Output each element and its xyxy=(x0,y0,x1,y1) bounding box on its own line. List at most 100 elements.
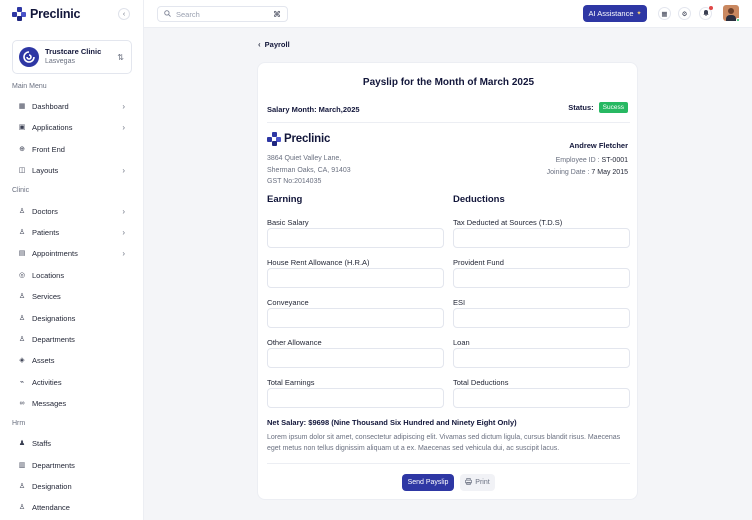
apps-icon: ▣ xyxy=(18,124,26,131)
back-to-payroll-link[interactable]: ‹ Payroll xyxy=(258,40,290,49)
joining-date-label: Joining Date : xyxy=(546,169,590,176)
sidebar-item-label: Attendance xyxy=(32,502,70,512)
sidebar-item-dashboard[interactable]: ▦ Dashboard › xyxy=(12,98,132,114)
deductions-heading: Deductions xyxy=(453,194,505,205)
total-earnings-input[interactable] xyxy=(267,388,444,408)
address-line: 3864 Quiet Valley Lane, xyxy=(267,155,342,162)
user-icon: ♙ xyxy=(18,504,26,511)
sidebar-item-label: Activities xyxy=(32,377,62,387)
sidebar-item-staffs[interactable]: ♟ Staffs xyxy=(12,435,132,451)
sidebar-item-designations[interactable]: ♙ Designations xyxy=(12,310,132,326)
print-button[interactable]: Print xyxy=(460,474,495,491)
brand-logo[interactable]: Preclinic xyxy=(12,6,81,22)
notification-dot xyxy=(709,6,713,10)
other-allowance-input[interactable] xyxy=(267,348,444,368)
loan-input[interactable] xyxy=(453,348,630,368)
sidebar-item-patients[interactable]: ♙ Patients › xyxy=(12,224,132,240)
link-icon: ∞ xyxy=(19,399,25,407)
chevron-left-icon: ‹ xyxy=(258,40,261,49)
sidebar-item-label: Services xyxy=(32,291,61,301)
sidebar-item-activities[interactable]: ⌁ Activities xyxy=(12,374,132,390)
building-icon: ▥ xyxy=(18,462,26,469)
departments-icon: ♙ xyxy=(18,336,26,343)
sidebar-item-assets[interactable]: ◈ Assets xyxy=(12,352,132,368)
sidebar-item-label: Designations xyxy=(32,313,76,323)
user-icon: ♙ xyxy=(18,208,26,215)
bell-icon xyxy=(702,9,709,18)
calendar-icon: ▤ xyxy=(18,250,26,257)
settings-button[interactable]: ⚙ xyxy=(678,7,691,20)
preclinic-logo-icon xyxy=(267,132,281,146)
earning-heading: Earning xyxy=(267,194,303,205)
menu-heading-main: Main Menu xyxy=(12,83,47,90)
sidebar-item-departments[interactable]: ♙ Departments xyxy=(12,331,132,347)
hra-input[interactable] xyxy=(267,268,444,288)
menu-heading-clinic: Clinic xyxy=(12,187,30,194)
status-group: Status: Sucess xyxy=(568,102,628,113)
layout-icon: ◫ xyxy=(18,167,26,174)
ai-assistance-button[interactable]: AI Assistance ✦ xyxy=(583,5,647,22)
sidebar-item-locations[interactable]: ◎ Locations xyxy=(12,267,132,283)
staff-icon: ♟ xyxy=(18,440,26,447)
sidebar-item-applications[interactable]: ▣ Applications › xyxy=(12,119,132,135)
basic-salary-input[interactable] xyxy=(267,228,444,248)
sidebar-item-label: Front End xyxy=(32,144,65,154)
company-address: 3864 Quiet Valley Lane, Sherman Oaks, CA… xyxy=(267,153,351,188)
sidebar-item-services[interactable]: ♙ Services xyxy=(12,288,132,304)
divider xyxy=(267,463,630,464)
location-icon: ◎ xyxy=(18,272,26,279)
sidebar-item-label: Dashboard xyxy=(32,101,69,111)
page-title: Payslip for the Month of March 2025 xyxy=(362,77,535,88)
online-status-dot xyxy=(736,18,740,22)
employee-name: Andrew Fletcher xyxy=(569,141,628,150)
back-link-label: Payroll xyxy=(264,40,290,49)
provident-fund-input[interactable] xyxy=(453,268,630,288)
chevron-right-icon: › xyxy=(122,206,125,216)
sidebar-item-hrm-departments[interactable]: ▥ Departments xyxy=(12,457,132,473)
tds-input[interactable] xyxy=(453,228,630,248)
sidebar-collapse-button[interactable]: ‹ xyxy=(118,8,130,20)
search-input[interactable]: Search ⌘ xyxy=(157,6,288,22)
sidebar-item-label: Appointments xyxy=(32,248,78,258)
sidebar-item-doctors[interactable]: ♙ Doctors › xyxy=(12,203,132,219)
topbar: Search ⌘ AI Assistance ✦ ▦ ⚙ xyxy=(144,0,752,28)
sidebar: Preclinic ‹ Trustcare Clinic Lasvegas ⇅ … xyxy=(0,0,144,520)
search-icon xyxy=(164,9,171,19)
ai-assistance-label: AI Assistance xyxy=(588,9,634,18)
sidebar-item-designation[interactable]: ♙ Designation xyxy=(12,478,132,494)
sidebar-item-label: Applications xyxy=(32,122,73,132)
salary-month: Salary Month: March,2025 xyxy=(267,105,360,114)
grid-icon: ▦ xyxy=(18,103,26,110)
company-logo: Preclinic xyxy=(267,132,330,146)
clinic-logo-icon xyxy=(19,47,39,67)
sidebar-item-front-end[interactable]: ⊕ Front End xyxy=(12,141,132,157)
assets-icon: ◈ xyxy=(19,357,25,364)
sidebar-item-attendance[interactable]: ♙ Attendance xyxy=(12,499,132,515)
sidebar-item-label: Designation xyxy=(32,481,72,491)
sidebar-item-layouts[interactable]: ◫ Layouts › xyxy=(12,162,132,178)
field-label: Total Earnings xyxy=(267,378,315,387)
chevron-right-icon: › xyxy=(122,122,125,132)
calendar-icon: ▦ xyxy=(661,10,668,18)
clinic-location: Lasvegas xyxy=(45,58,75,65)
field-label: House Rent Allowance (H.R.A) xyxy=(267,258,370,267)
total-deductions-input[interactable] xyxy=(453,388,630,408)
services-icon: ♙ xyxy=(18,293,26,300)
payslip-card: Payslip for the Month of March 2025 Sala… xyxy=(257,62,638,500)
send-payslip-button[interactable]: Send Payslip xyxy=(402,474,454,491)
conveyance-input[interactable] xyxy=(267,308,444,328)
sidebar-item-appointments[interactable]: ▤ Appointments › xyxy=(12,245,132,261)
field-label: Loan xyxy=(453,338,470,347)
clinic-switcher[interactable]: Trustcare Clinic Lasvegas ⇅ xyxy=(12,40,132,74)
calendar-button[interactable]: ▦ xyxy=(658,7,671,20)
chevron-left-icon: ‹ xyxy=(122,10,126,18)
joining-date-value: 7 May 2015 xyxy=(591,169,628,176)
brand-name: Preclinic xyxy=(30,7,81,21)
sidebar-item-label: Departments xyxy=(32,460,75,470)
sidebar-item-messages[interactable]: ∞ Messages xyxy=(12,395,132,411)
sidebar-item-label: Assets xyxy=(32,355,55,365)
esi-input[interactable] xyxy=(453,308,630,328)
sidebar-item-label: Staffs xyxy=(32,438,52,448)
employee-id-value: ST-0001 xyxy=(601,157,628,164)
sidebar-item-label: Patients xyxy=(32,227,60,237)
